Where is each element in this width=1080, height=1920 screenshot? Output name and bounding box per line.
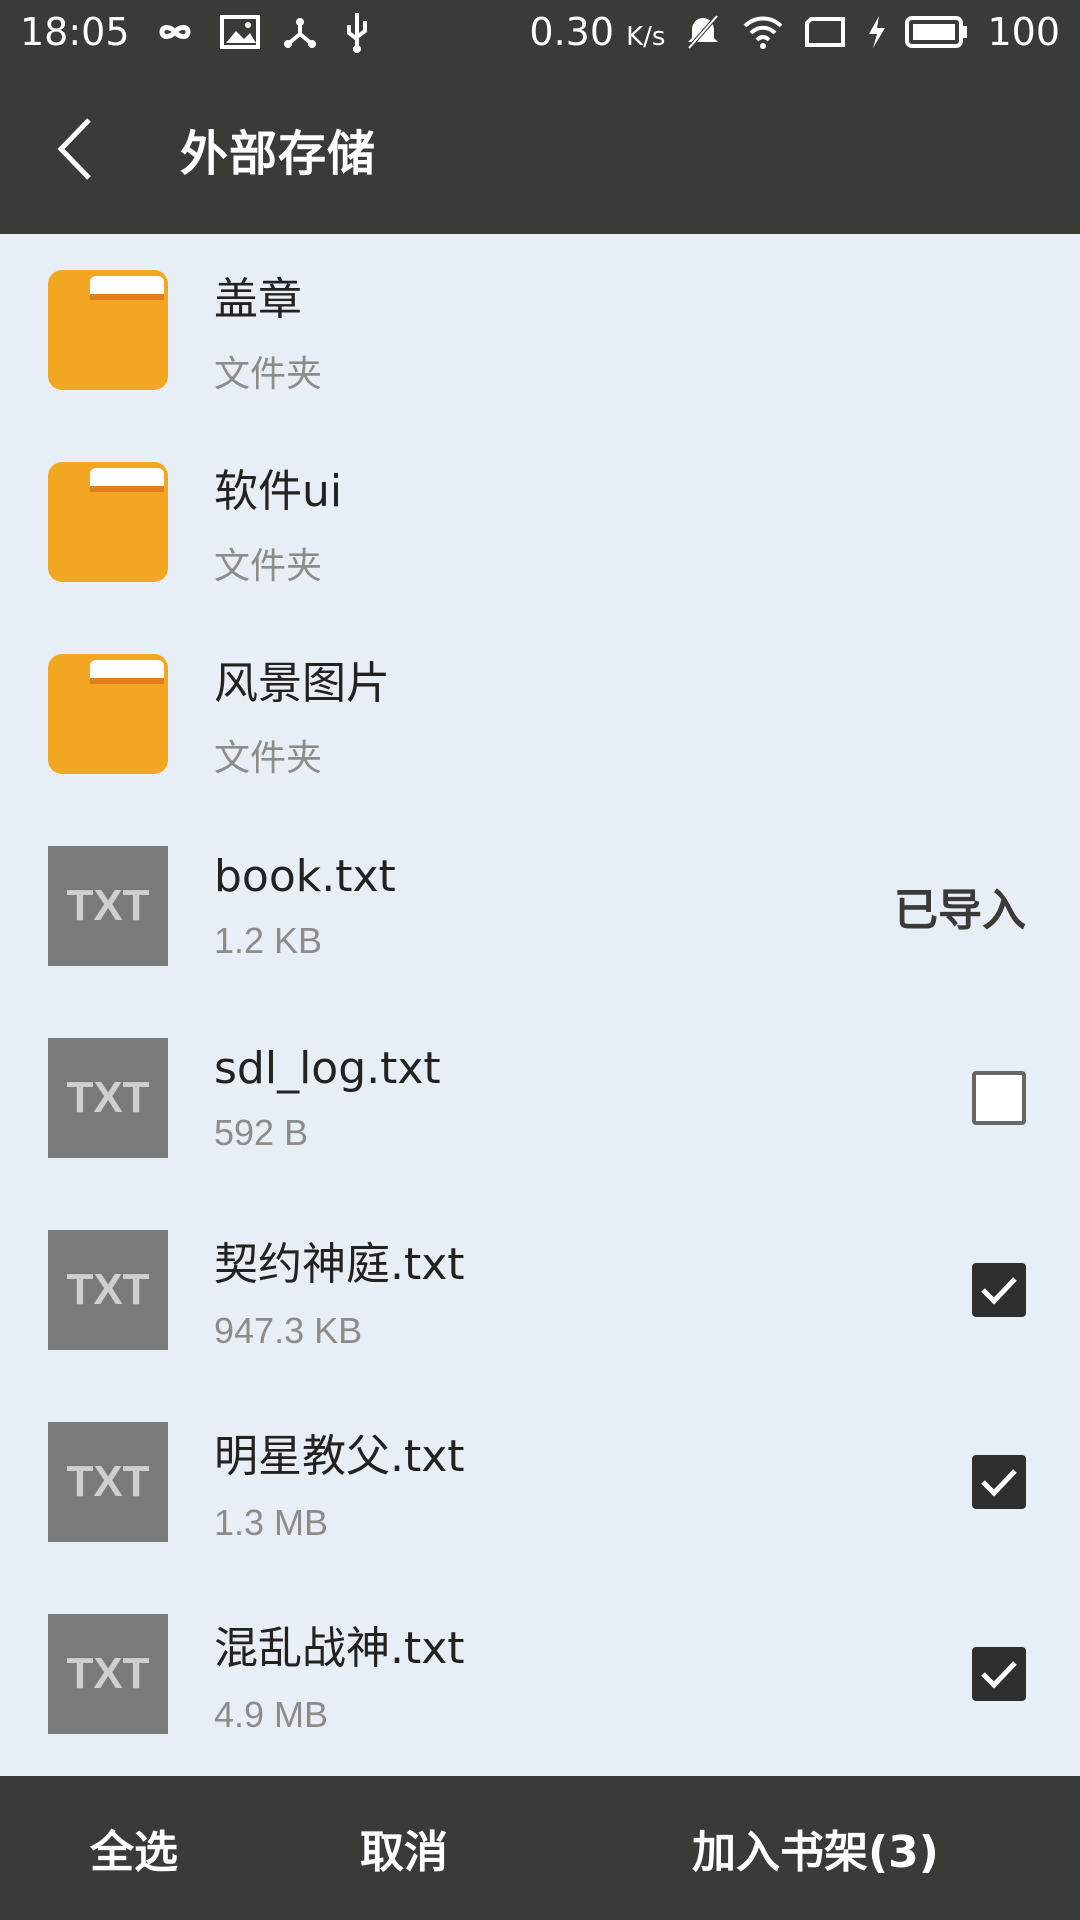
item-size: 4.9 MB	[214, 1694, 329, 1735]
checkmark-icon	[981, 1469, 1017, 1497]
list-item-folder[interactable]: 盖章 文件夹	[0, 234, 1080, 426]
item-name: sdl_log.txt	[214, 1042, 441, 1094]
txt-file-icon: TXT	[48, 1038, 168, 1158]
item-name: 软件ui	[214, 466, 343, 517]
txt-file-icon: TXT	[48, 846, 168, 966]
list-item-file[interactable]: TXT sdl_log.txt 592 B	[0, 1002, 1080, 1194]
tablet-icon	[803, 15, 847, 49]
item-name: 明星教父.txt	[214, 1431, 465, 1482]
infinity-icon	[150, 17, 200, 47]
battery-level: 100	[987, 10, 1060, 54]
charging-bolt-icon	[865, 14, 887, 50]
item-size: 1.3 MB	[214, 1502, 329, 1543]
select-checkbox[interactable]	[972, 1455, 1026, 1509]
txt-file-icon: TXT	[48, 1614, 168, 1734]
list-item-file[interactable]: TXT 混乱战神.txt 4.9 MB	[0, 1578, 1080, 1770]
item-name: 风景图片	[214, 658, 390, 709]
list-item-file[interactable]: TXT 契约神庭.txt 947.3 KB	[0, 1194, 1080, 1386]
file-list: 盖章 文件夹 软件ui 文件夹 风景图片 文件夹 TXT book.txt 1.…	[0, 234, 1080, 1770]
network-speed-unit: K/s	[626, 22, 666, 52]
txt-file-icon: TXT	[48, 1230, 168, 1350]
image-icon	[219, 15, 260, 49]
item-name: book.txt	[214, 850, 396, 902]
select-all-button[interactable]: 全选	[90, 1816, 178, 1880]
select-checkbox[interactable]	[972, 1263, 1026, 1317]
item-size: 1.2 KB	[214, 919, 323, 961]
checkmark-icon	[981, 1661, 1017, 1689]
folder-icon	[48, 270, 168, 390]
folder-icon	[48, 654, 168, 774]
wifi-icon	[741, 14, 785, 50]
cancel-button[interactable]: 取消	[360, 1816, 448, 1880]
network-speed: 0.30	[529, 10, 615, 54]
page-title: 外部存储	[180, 126, 377, 182]
item-subtitle: 文件夹	[214, 545, 323, 586]
item-subtitle: 文件夹	[214, 737, 323, 778]
folder-icon	[48, 462, 168, 582]
checkmark-icon	[981, 1277, 1017, 1305]
select-checkbox[interactable]	[972, 1071, 1026, 1125]
back-button[interactable]	[30, 104, 120, 194]
mute-bell-icon	[683, 12, 723, 52]
add-to-shelf-button[interactable]: 加入书架(3)	[692, 1816, 939, 1880]
share-icon	[280, 12, 320, 52]
item-name: 契约神庭.txt	[214, 1239, 465, 1290]
item-name: 混乱战神.txt	[214, 1623, 465, 1674]
list-item-folder[interactable]: 风景图片 文件夹	[0, 618, 1080, 810]
item-size: 592 B	[214, 1111, 309, 1153]
item-name: 盖章	[214, 274, 302, 325]
usb-icon	[340, 11, 374, 53]
bottom-action-bar: 全选 取消 加入书架(3)	[0, 1776, 1080, 1920]
list-item-file[interactable]: TXT book.txt 1.2 KB 已导入	[0, 810, 1080, 1002]
status-time: 18:05	[20, 10, 130, 54]
list-item-folder[interactable]: 软件ui 文件夹	[0, 426, 1080, 618]
status-bar: 18:05 0.30 K/s 100	[0, 0, 1080, 64]
select-checkbox[interactable]	[972, 1647, 1026, 1701]
list-item-file[interactable]: TXT 明星教父.txt 1.3 MB	[0, 1386, 1080, 1578]
app-bar: 外部存储	[0, 64, 1080, 234]
item-size: 947.3 KB	[214, 1310, 363, 1351]
txt-file-icon: TXT	[48, 1422, 168, 1542]
imported-label: 已导入	[894, 885, 1026, 936]
chevron-left-icon	[57, 118, 91, 180]
item-subtitle: 文件夹	[214, 353, 323, 394]
battery-icon	[905, 15, 969, 49]
